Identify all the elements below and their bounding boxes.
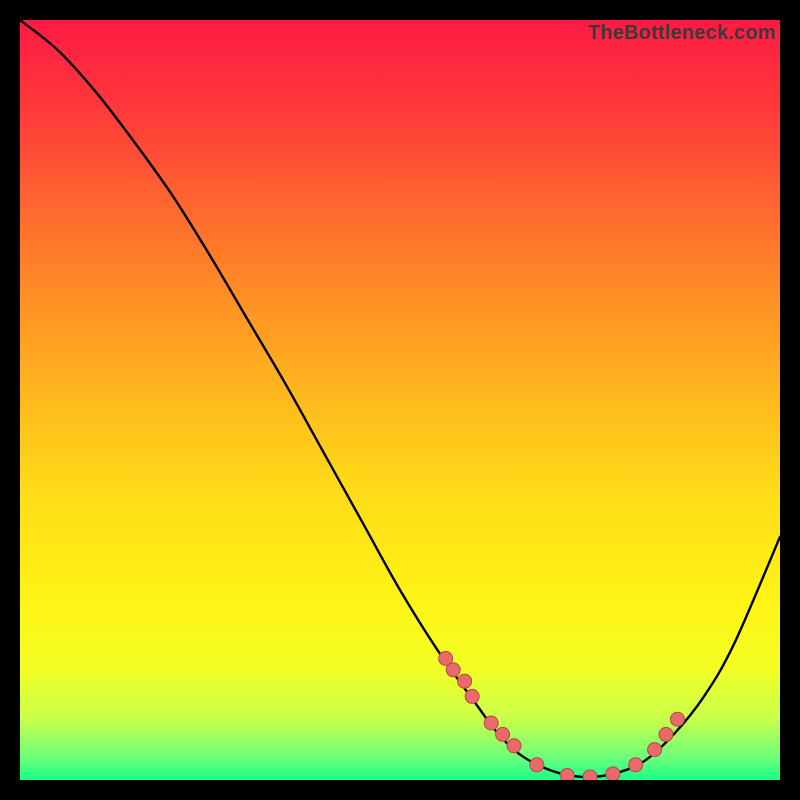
- data-marker: [465, 689, 479, 703]
- chart-background: [20, 20, 780, 780]
- data-marker: [446, 663, 460, 677]
- bottleneck-chart: [20, 20, 780, 780]
- data-marker: [496, 727, 510, 741]
- data-marker: [629, 758, 643, 772]
- data-marker: [484, 716, 498, 730]
- data-marker: [458, 674, 472, 688]
- watermark-text: TheBottleneck.com: [588, 22, 776, 45]
- data-marker: [670, 712, 684, 726]
- data-marker: [659, 727, 673, 741]
- chart-frame: TheBottleneck.com: [20, 20, 780, 780]
- data-marker: [606, 767, 620, 780]
- data-marker: [560, 768, 574, 780]
- data-marker: [583, 770, 597, 780]
- data-marker: [648, 743, 662, 757]
- data-marker: [530, 758, 544, 772]
- data-marker: [507, 739, 521, 753]
